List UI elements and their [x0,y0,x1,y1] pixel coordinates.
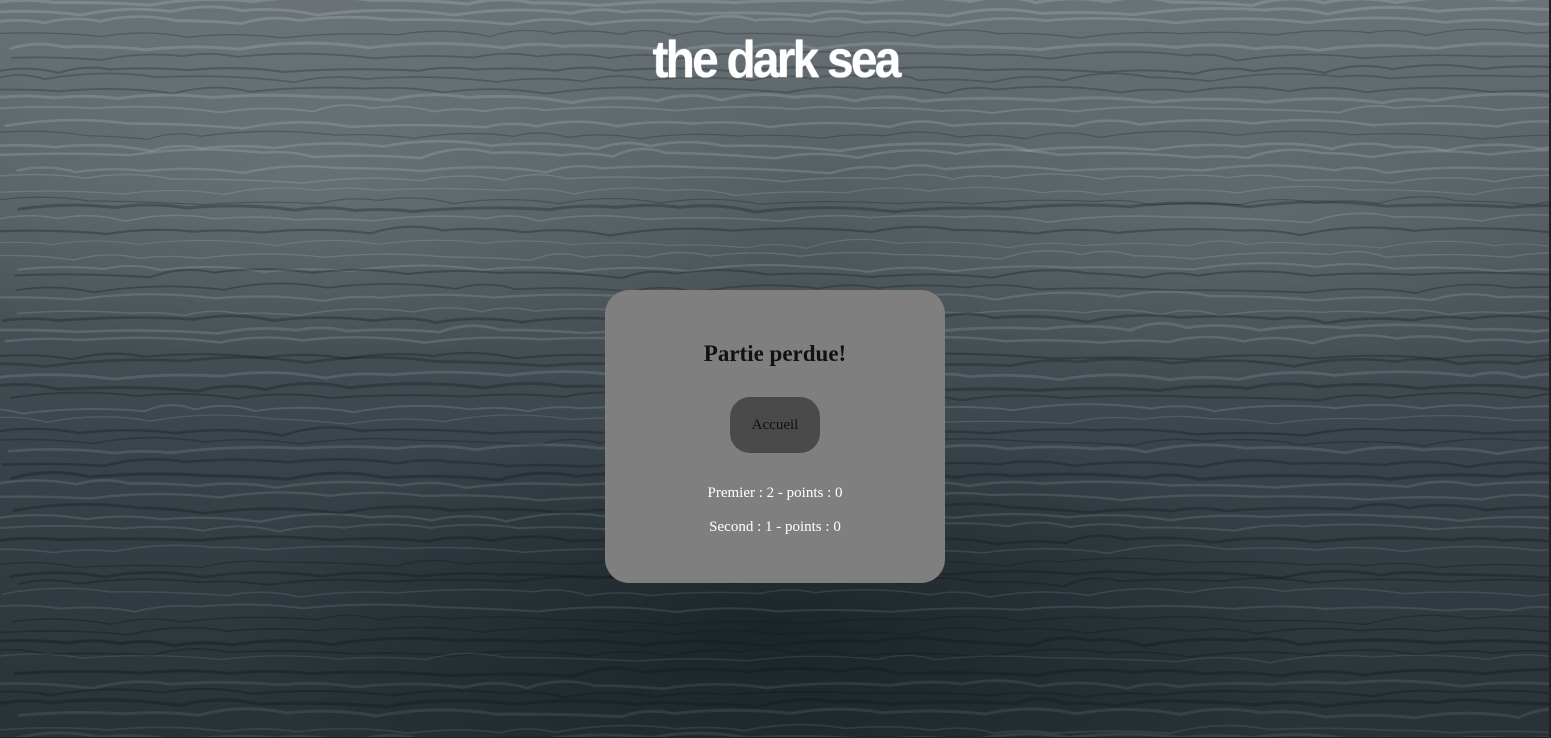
wave-line [0,212,1551,224]
wave-line [18,707,1551,720]
wave-line [0,92,1551,105]
wave-line [0,185,1551,197]
wave-line [0,0,1531,8]
wave-line [4,118,1551,130]
wave-line [13,666,1551,678]
wave-line [0,104,1551,115]
wave-line [0,147,1551,160]
wave-line [16,163,1551,175]
wave-line [12,614,1551,626]
page-title: the dark sea [652,31,901,89]
wave-line [0,603,1551,614]
wave-line [0,723,1551,735]
wave-line [0,250,1551,262]
wave-line [17,200,1551,214]
wave-line [13,268,1551,280]
wave-line [2,586,1551,598]
wave-line [0,635,1551,648]
score-second-player: Second : 1 - points : 0 [709,519,841,535]
wave-line [0,697,1551,709]
wave-line [0,173,1551,184]
game-over-dialog: Partie perdue! Accueil Premier : 2 - poi… [605,290,945,583]
wave-line [0,130,1551,140]
home-button[interactable]: Accueil [730,397,820,453]
wave-line [0,626,1551,636]
wave-line [0,652,1551,664]
wave-line [0,679,1551,691]
wave-line [0,687,1551,699]
wave-line [0,5,1551,18]
wave-line [17,262,1551,273]
wave-line [0,225,1551,237]
wave-line [0,238,1551,249]
dialog-heading: Partie perdue! [703,341,847,366]
score-first-player: Premier : 2 - points : 0 [707,485,843,501]
wave-line [0,14,1551,27]
